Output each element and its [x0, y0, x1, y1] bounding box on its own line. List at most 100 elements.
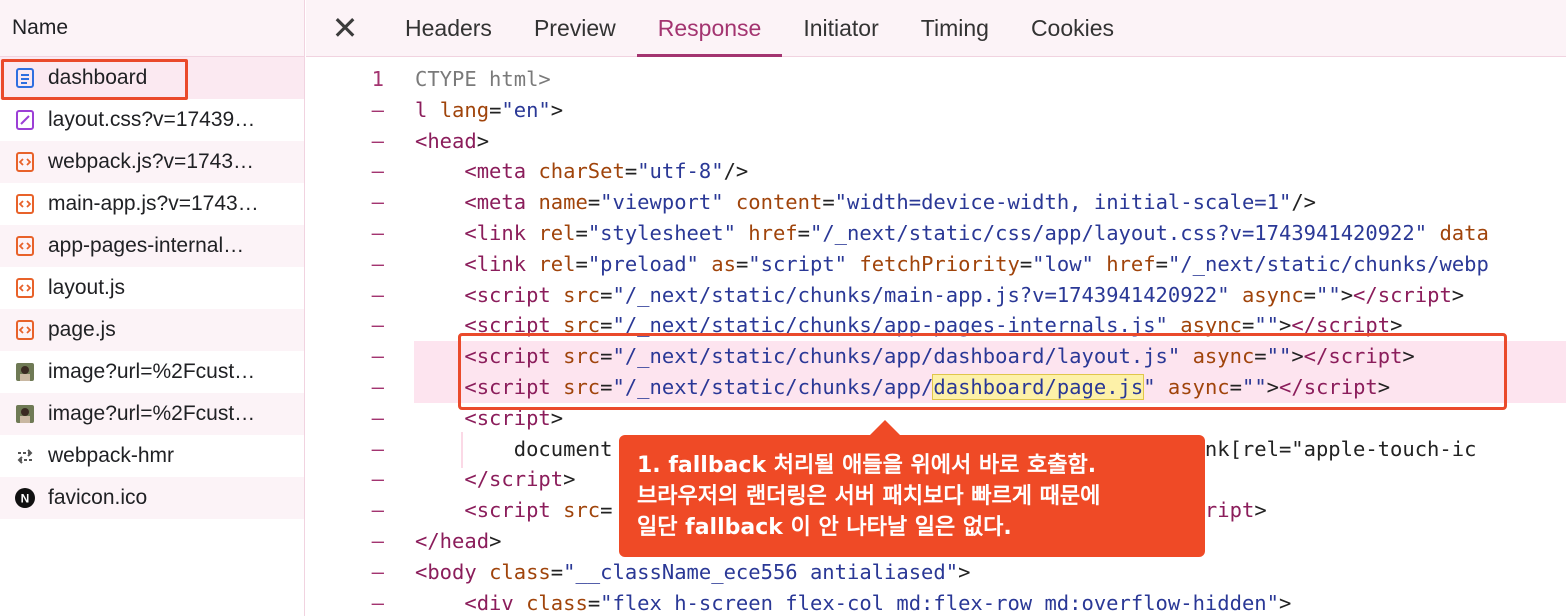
code-line: – <meta name="viewport" content="width=d… — [306, 187, 1566, 218]
request-name: favicon.ico — [48, 486, 148, 509]
code-token: = — [600, 344, 613, 369]
name-column-header[interactable]: Name — [0, 0, 304, 57]
tab-headers[interactable]: Headers — [384, 0, 513, 56]
code-token: " — [1143, 374, 1156, 399]
tab-preview[interactable]: Preview — [513, 0, 637, 56]
code-token: "en" — [501, 97, 551, 122]
request-name: layout.js — [48, 276, 126, 299]
code-token: > — [489, 528, 502, 553]
line-number: – — [371, 559, 384, 584]
code-text: <head> — [415, 126, 489, 157]
code-token: = — [550, 559, 564, 584]
code-token: > — [1278, 590, 1292, 615]
tab-timing[interactable]: Timing — [900, 0, 1010, 56]
request-row[interactable]: page.js — [0, 309, 304, 351]
code-token: <head — [415, 128, 477, 153]
code-text: <body class="__className_ece556 antialia… — [415, 557, 970, 588]
tab-list: Headers Preview Response Initiator Timing Coo… — [384, 0, 1135, 57]
code-token: = — [1241, 313, 1255, 338]
tab-initiator[interactable]: Initiator — [782, 0, 899, 56]
code-token: as — [711, 251, 736, 276]
line-number: 1 — [371, 67, 384, 91]
code-token: name — [538, 190, 588, 215]
stylesheet-icon — [14, 109, 36, 131]
code-text: <meta charSet="utf-8"/> — [415, 156, 748, 187]
code-token: > — [1266, 374, 1280, 399]
line-number: – — [371, 467, 384, 492]
line-number: – — [371, 528, 384, 553]
code-token: src — [563, 344, 601, 369]
code-token: "" — [1266, 344, 1292, 369]
code-token: = — [1229, 374, 1242, 399]
request-row[interactable]: Nfavicon.ico — [0, 477, 304, 519]
line-number: – — [371, 374, 384, 399]
code-token: content — [735, 190, 823, 215]
tab-response[interactable]: Response — [636, 0, 783, 57]
code-token: = — [489, 97, 502, 122]
code-token: = — [1019, 251, 1033, 276]
script-icon — [14, 193, 36, 215]
script-icon — [14, 277, 36, 299]
code-token: <script — [464, 282, 564, 307]
code-token: = — [822, 190, 835, 215]
request-row[interactable]: webpack-hmr — [0, 435, 304, 477]
request-name: main-app.js?v=1743… — [48, 192, 259, 215]
tab-cookies[interactable]: Cookies — [1010, 0, 1135, 56]
request-row[interactable]: main-app.js?v=1743… — [0, 183, 304, 225]
line-number: – — [371, 590, 384, 615]
code-token: > — [476, 128, 490, 153]
request-list-pane: Name dashboard layout.css?v=17439… webpack… — [0, 0, 305, 616]
code-token: /> — [1291, 190, 1317, 215]
code-token: <script — [464, 313, 564, 338]
code-token: > — [550, 405, 564, 430]
code-token: "/_next/static/chunks/app-pages-internal… — [612, 313, 1168, 338]
code-token: href — [748, 220, 798, 245]
close-panel-button[interactable]: ✕ — [306, 0, 384, 56]
request-row[interactable]: dashboard — [0, 57, 304, 99]
code-token: </head — [415, 528, 490, 553]
request-row[interactable]: webpack.js?v=1743… — [0, 141, 304, 183]
code-token: > — [958, 559, 971, 584]
code-token: = — [735, 251, 749, 276]
code-line: – <script src="/_next/static/chunks/main… — [306, 280, 1566, 311]
code-token: = — [624, 159, 638, 184]
code-token: src — [563, 374, 601, 399]
request-row[interactable]: layout.js — [0, 267, 304, 309]
code-token: async — [1180, 313, 1242, 338]
request-row[interactable]: image?url=%2Fcust… — [0, 393, 304, 435]
code-token: "utf-8" — [637, 159, 724, 184]
code-token: = — [587, 190, 601, 215]
code-token: = — [575, 220, 588, 245]
code-token: lang — [439, 97, 490, 122]
request-row[interactable]: app-pages-internal… — [0, 225, 304, 267]
line-number: – — [371, 282, 384, 307]
code-token: /> — [723, 159, 749, 184]
code-text: <link rel="stylesheet" href="/_next/stat… — [415, 218, 1488, 249]
code-token: > — [1377, 374, 1391, 399]
request-row[interactable]: image?url=%2Fcust… — [0, 351, 304, 393]
code-token: </script — [1279, 374, 1378, 399]
image-thumbnail-icon — [14, 403, 36, 425]
code-token: </script — [1291, 313, 1391, 338]
code-line: – <body class="__className_ece556 antiali… — [306, 557, 1566, 588]
code-text: l lang="en"> — [415, 95, 563, 126]
code-token: = — [1155, 251, 1168, 276]
request-row[interactable]: layout.css?v=17439… — [0, 99, 304, 141]
code-line: – <head> — [306, 126, 1566, 157]
code-token: "/_next/static/chunks/main-app.js?v=1743… — [612, 282, 1230, 307]
code-text: <script src="/_next/static/chunks/app/da… — [415, 341, 1414, 372]
code-token: "" — [1316, 282, 1341, 307]
code-token: = — [587, 590, 601, 615]
code-token: "preload" — [587, 251, 699, 276]
code-text: </script> — [415, 464, 575, 495]
code-token: l — [415, 97, 440, 122]
highlighted-token: dashboard/page.js — [932, 373, 1145, 400]
